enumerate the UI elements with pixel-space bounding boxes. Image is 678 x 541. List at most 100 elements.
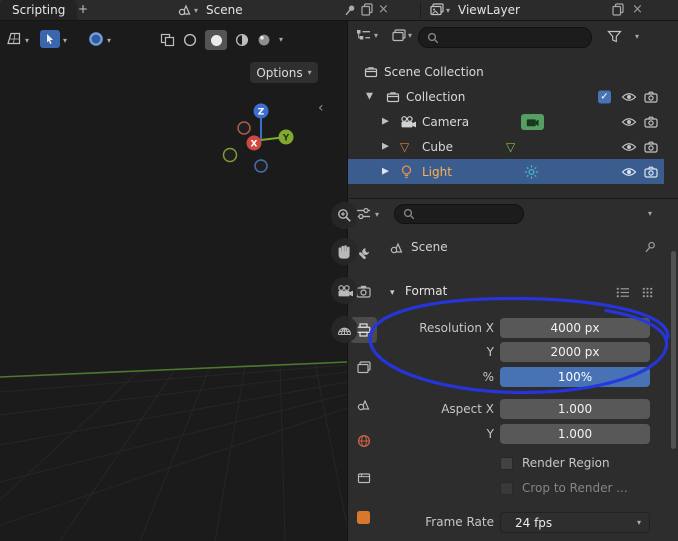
outliner-search-input[interactable] <box>418 27 592 48</box>
chevron-down-icon[interactable]: ▾ <box>374 32 378 40</box>
breadcrumb[interactable]: Scene <box>411 240 448 254</box>
chevron-down-icon[interactable]: ▾ <box>107 37 111 45</box>
camera-visibility-icon[interactable] <box>644 116 658 128</box>
eye-icon[interactable] <box>621 166 637 178</box>
properties-search-input[interactable] <box>394 204 524 224</box>
properties-editor-type-button[interactable] <box>356 207 371 220</box>
viewlayer-selector[interactable]: ViewLayer <box>458 0 520 20</box>
outliner-editor-type-button[interactable] <box>356 29 371 41</box>
aspect-y-field[interactable]: 1.000 <box>500 424 650 444</box>
resolution-pct-value: 100% <box>557 370 593 384</box>
resolution-y-field[interactable]: 2000 px <box>500 342 650 362</box>
chevron-down-icon[interactable]: ▾ <box>194 7 198 15</box>
filter-icon[interactable] <box>607 30 622 43</box>
add-workspace-button[interactable]: + <box>72 0 94 20</box>
chevron-down-icon[interactable]: ▾ <box>446 7 450 15</box>
resolution-pct-label: % <box>482 370 494 384</box>
search-icon <box>403 208 415 220</box>
zoom-button[interactable] <box>331 202 358 229</box>
tab-scene[interactable] <box>350 391 377 417</box>
options-button[interactable]: Options ▾ <box>250 62 318 83</box>
gizmo-neg-z-handle[interactable] <box>254 159 268 173</box>
options-label: Options <box>256 65 303 80</box>
tab-view-layer[interactable] <box>350 354 377 380</box>
viewport-shading-group: ▾ <box>160 29 283 51</box>
shading-solid-button[interactable] <box>205 30 227 50</box>
viewport-select-tool-button[interactable] <box>88 31 104 47</box>
frame-rate-label: Frame Rate <box>425 515 494 529</box>
scene-datablock-icon <box>390 241 404 254</box>
frame-rate-dropdown[interactable]: 24 fps ▾ <box>500 512 650 533</box>
aspect-x-field[interactable]: 1.000 <box>500 399 650 419</box>
chevron-down-icon[interactable]: ▾ <box>279 36 283 44</box>
chevron-down-icon[interactable]: ▾ <box>375 211 379 219</box>
outliner-row-camera[interactable]: ▶ Camera <box>348 109 678 134</box>
outliner-row-cube[interactable]: ▶ ▽ Cube ▽ <box>348 134 678 159</box>
new-viewlayer-icon[interactable] <box>612 3 624 16</box>
close-icon[interactable]: × <box>378 0 389 19</box>
shading-material-icon[interactable] <box>235 33 249 47</box>
crop-to-render-checkbox[interactable] <box>500 482 513 495</box>
tab-object[interactable] <box>350 504 377 530</box>
outliner-row-light[interactable]: ▶ Light <box>348 159 664 184</box>
camera-visibility-icon[interactable] <box>644 91 658 103</box>
list-presets-icon[interactable] <box>616 287 630 298</box>
expand-closed-icon[interactable]: ▶ <box>382 142 389 151</box>
mesh-object-icon: ▽ <box>400 139 410 154</box>
eye-icon[interactable] <box>621 141 637 153</box>
expand-closed-icon[interactable]: ▶ <box>382 167 389 176</box>
resolution-pct-field[interactable]: 100% <box>500 367 650 387</box>
expand-closed-icon[interactable]: ▶ <box>382 117 389 126</box>
navigation-gizmo[interactable]: Z Y X <box>220 102 304 180</box>
scrollbar-thumb[interactable] <box>671 251 676 449</box>
pan-button[interactable] <box>331 238 358 265</box>
camera-visibility-icon[interactable] <box>644 166 658 178</box>
gizmo-neg-x-handle[interactable] <box>237 121 251 135</box>
editor-type-button[interactable] <box>6 32 22 45</box>
chevron-down-icon[interactable]: ▾ <box>408 32 412 40</box>
sidebar-collapse-icon[interactable]: ‹ <box>318 100 324 116</box>
shading-rendered-icon[interactable] <box>257 33 271 47</box>
camera-view-button[interactable] <box>331 277 358 304</box>
workspace-tab-label: Scripting <box>12 3 66 17</box>
tab-world[interactable] <box>350 428 377 454</box>
chevron-down-icon[interactable]: ▾ <box>63 37 67 45</box>
outliner-row-scene-collection[interactable]: Scene Collection <box>348 59 678 84</box>
display-mode-button[interactable] <box>392 29 406 42</box>
collection-checkbox[interactable]: ✓ <box>598 90 611 103</box>
section-collapse-icon[interactable]: ▾ <box>390 289 395 298</box>
resolution-x-field[interactable]: 4000 px <box>500 318 650 338</box>
camera-data-badge[interactable] <box>521 113 544 130</box>
scene-selector[interactable]: Scene <box>206 0 243 20</box>
chevron-down-icon[interactable]: ▾ <box>648 210 652 218</box>
workspace-tab-scripting[interactable]: Scripting <box>0 0 78 20</box>
tab-collection-props[interactable] <box>350 465 377 491</box>
pin-icon[interactable] <box>344 4 356 16</box>
search-icon <box>427 32 439 43</box>
viewport-mode-button[interactable] <box>40 30 60 48</box>
section-title[interactable]: Format <box>405 284 447 298</box>
resolution-y-label: Y <box>486 345 494 359</box>
aspect-y-value: 1.000 <box>557 427 593 441</box>
chevron-down-icon[interactable]: ▾ <box>635 33 639 41</box>
scene-datablock-icon <box>178 3 192 16</box>
new-scene-icon[interactable] <box>361 3 373 16</box>
eye-icon[interactable] <box>621 91 637 103</box>
shading-wireframe-icon[interactable] <box>183 33 197 47</box>
outliner-row-collection[interactable]: ▼ Collection ✓ <box>348 84 678 109</box>
gizmo-neg-y-handle[interactable] <box>222 147 238 163</box>
grid-presets-icon[interactable] <box>642 287 653 298</box>
viewport-3d[interactable]: ▾ ▾ ▾ ▾ Options ▾ ‹ Z Y X <box>0 20 347 541</box>
expand-open-icon[interactable]: ▼ <box>366 92 373 101</box>
gizmo-z-label: Z <box>258 108 265 118</box>
chevron-down-icon[interactable]: ▾ <box>25 37 29 45</box>
gizmo-toggle-icon[interactable] <box>160 33 175 47</box>
eye-icon[interactable] <box>621 116 637 128</box>
orthographic-toggle-button[interactable] <box>331 316 358 343</box>
close-icon[interactable]: × <box>632 0 643 19</box>
grid-dome-icon <box>337 327 352 336</box>
pin-icon[interactable] <box>644 241 656 253</box>
camera-visibility-icon[interactable] <box>644 141 658 153</box>
render-region-checkbox[interactable] <box>500 457 513 470</box>
outliner-panel: ▾ ▾ ▾ Scene Collection ▼ Collection ✓ ▶ … <box>347 20 678 198</box>
